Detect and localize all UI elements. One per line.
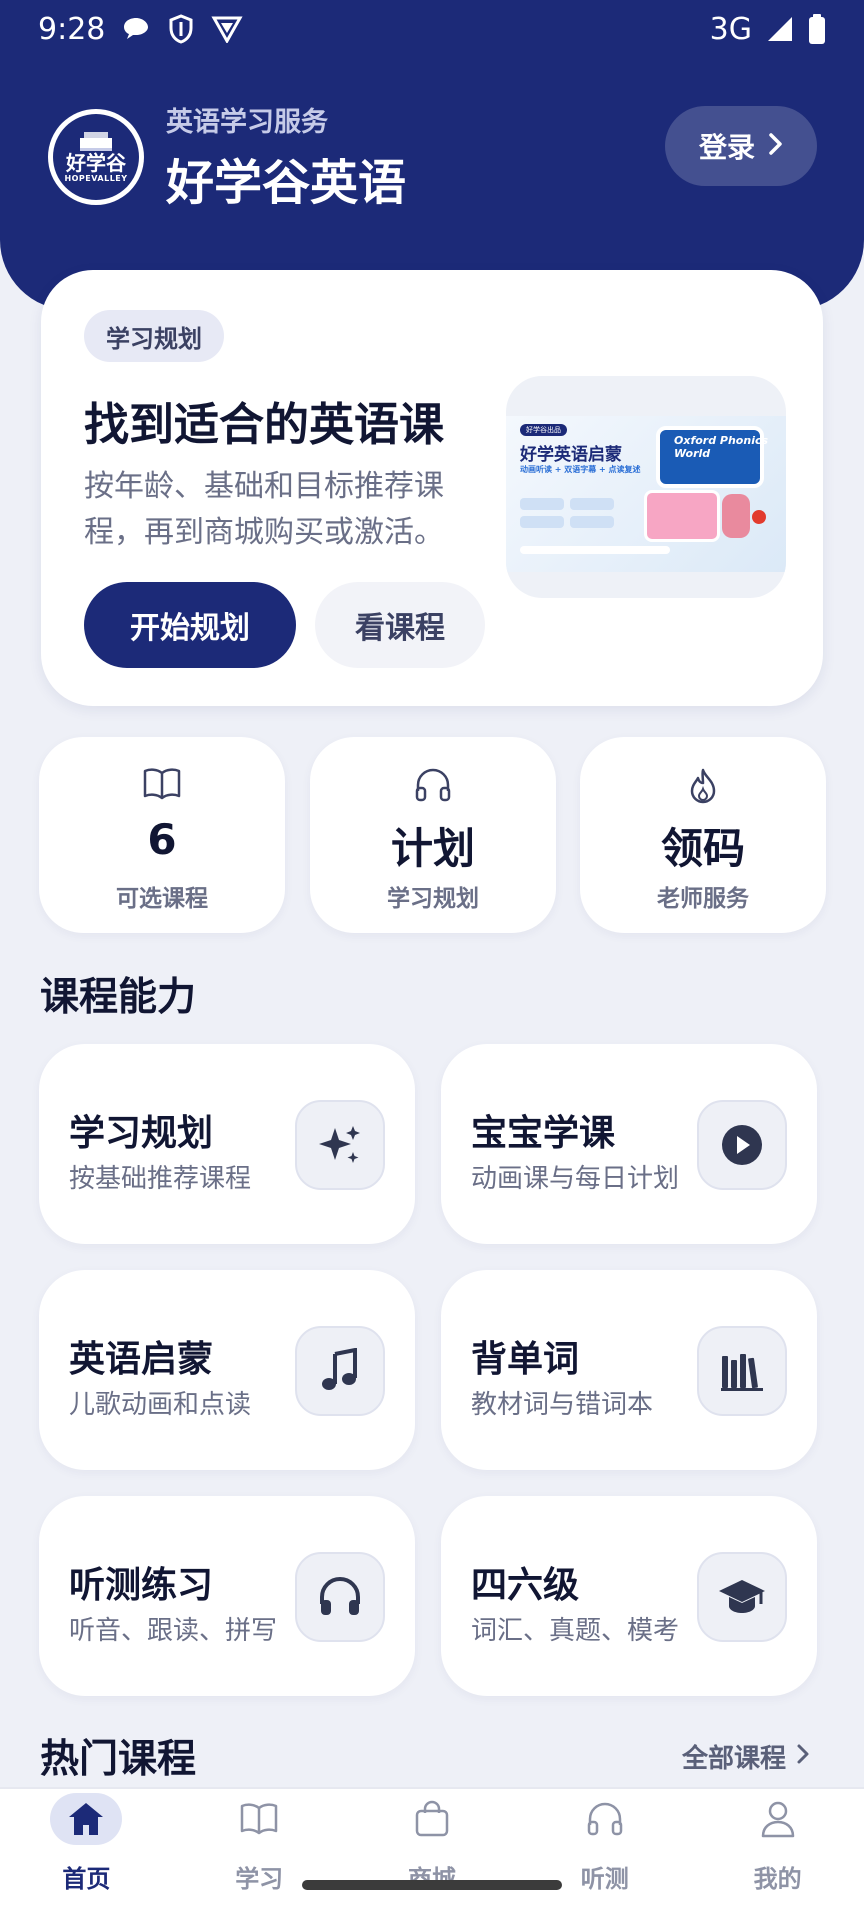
stat-card-code[interactable]: 领码 老师服务 (580, 737, 826, 933)
tab-home[interactable]: 首页 (0, 1789, 173, 1920)
feature-subtitle: 动画课与每日计划 (471, 1164, 679, 1194)
start-planning-button[interactable]: 开始规划 (84, 582, 296, 668)
feature-title: 四六级 (471, 1565, 580, 1606)
book-icon (39, 767, 285, 801)
stat-label: 老师服务 (657, 886, 749, 912)
thumbnail-title: 好学英语启蒙 (520, 445, 622, 465)
feature-subtitle: 词汇、真题、模考 (471, 1616, 679, 1646)
home-indicator[interactable] (302, 1880, 562, 1890)
sparkle-icon (295, 1100, 385, 1190)
tab-listening[interactable]: 听测 (518, 1789, 691, 1920)
logo-subtext: HOPEVALLEY (64, 174, 128, 183)
music-note-icon (295, 1326, 385, 1416)
all-courses-link[interactable]: 全部课程 (682, 1738, 810, 1775)
view-courses-button[interactable]: 看课程 (315, 582, 485, 668)
hero-title: 找到适合的英语课 (84, 398, 445, 451)
stat-label: 可选课程 (116, 886, 208, 912)
chat-bubble-icon (121, 15, 151, 43)
home-icon (50, 1793, 123, 1845)
play-icon (697, 1100, 787, 1190)
feature-subtitle: 听音、跟读、拼写 (69, 1616, 277, 1646)
all-courses-label: 全部课程 (682, 1744, 787, 1774)
tab-shop[interactable]: 商城 (346, 1789, 519, 1920)
tab-label: 我的 (753, 1865, 802, 1893)
feature-subtitle: 教材词与错词本 (471, 1390, 654, 1420)
stat-value: 计划 (390, 824, 475, 873)
network-type: 3G (709, 11, 752, 47)
feature-title: 背单词 (471, 1339, 580, 1380)
stat-value: 6 (147, 815, 177, 864)
logo-text: 好学谷 (66, 151, 126, 175)
tab-profile[interactable]: 我的 (691, 1789, 864, 1920)
headphones-icon (310, 767, 556, 803)
feature-card-vocabulary[interactable]: 背单词 教材词与错词本 (441, 1270, 817, 1470)
shield-icon (167, 14, 195, 44)
status-time: 9:28 (38, 11, 106, 47)
library-icon (697, 1326, 787, 1416)
hot-courses-title: 热门课程 (40, 1737, 197, 1782)
book-stack-icon (80, 132, 112, 151)
apple-icon (752, 510, 766, 524)
headphones-icon (569, 1793, 641, 1845)
chevron-right-icon (796, 1742, 810, 1772)
header-subtitle: 英语学习服务 (166, 107, 328, 138)
thumbnail-card (644, 490, 720, 542)
flame-icon (580, 767, 826, 805)
stat-card-plan[interactable]: 计划 学习规划 (310, 737, 556, 933)
brand: 好学谷 HOPEVALLEY 英语学习服务 好学谷英语 (48, 100, 406, 213)
feature-subtitle: 儿歌动画和点读 (69, 1390, 252, 1420)
thumbnail-book-title: Oxford Phonics World (674, 434, 769, 460)
tab-label: 学习 (235, 1865, 284, 1893)
feature-card-enlightenment[interactable]: 英语启蒙 儿歌动画和点读 (39, 1270, 415, 1470)
vpn-icon (211, 15, 243, 43)
graduation-cap-icon (697, 1552, 787, 1642)
chevron-right-icon (767, 130, 783, 163)
login-button[interactable]: 登录 (665, 106, 817, 186)
feature-title: 听测练习 (69, 1565, 214, 1606)
shopping-bag-icon (396, 1793, 468, 1845)
hero-card: 学习规划 找到适合的英语课 按年龄、基础和目标推荐课程，再到商城购买或激活。 开… (41, 270, 823, 706)
feature-card-study-plan[interactable]: 学习规划 按基础推荐课程 (39, 1044, 415, 1244)
user-icon (742, 1793, 814, 1845)
header-title: 好学谷英语 (166, 155, 407, 211)
signal-icon (766, 15, 794, 43)
tab-label: 首页 (62, 1865, 111, 1893)
hero-tag: 学习规划 (84, 310, 224, 362)
thumbnail-figure (722, 494, 750, 538)
feature-title: 宝宝学课 (471, 1113, 616, 1154)
feature-title: 学习规划 (69, 1113, 214, 1154)
hero-description: 按年龄、基础和目标推荐课程，再到商城购买或激活。 (84, 469, 444, 550)
stat-value: 领码 (660, 824, 745, 873)
bottom-tab-bar: 首页 学习 商城 听测 我的 (0, 1787, 864, 1920)
login-label: 登录 (698, 131, 755, 164)
stat-label: 学习规划 (387, 886, 479, 912)
thumbnail-chips (520, 498, 630, 528)
feature-card-baby-course[interactable]: 宝宝学课 动画课与每日计划 (441, 1044, 817, 1244)
tab-label: 听测 (580, 1865, 629, 1893)
thumbnail-badge: 好学谷出品 (520, 424, 567, 436)
status-bar: 9:28 3G (0, 0, 864, 58)
book-icon (223, 1793, 295, 1845)
stat-card-courses[interactable]: 6 可选课程 (39, 737, 285, 933)
hero-thumbnail[interactable]: 好学谷出品 好学英语启蒙 动画听读 + 双语字幕 + 点读复述 Oxford P… (506, 376, 786, 598)
tab-study[interactable]: 学习 (173, 1789, 346, 1920)
battery-icon (808, 14, 826, 44)
app-logo: 好学谷 HOPEVALLEY (48, 108, 144, 205)
headphones-icon (295, 1552, 385, 1642)
feature-card-listening[interactable]: 听测练习 听音、跟读、拼写 (39, 1496, 415, 1696)
thumbnail-subtitle: 动画听读 + 双语字幕 + 点读复述 (520, 465, 641, 474)
section-title: 课程能力 (40, 975, 197, 1020)
feature-title: 英语启蒙 (69, 1339, 214, 1380)
feature-card-cet[interactable]: 四六级 词汇、真题、模考 (441, 1496, 817, 1696)
feature-subtitle: 按基础推荐课程 (69, 1164, 252, 1194)
